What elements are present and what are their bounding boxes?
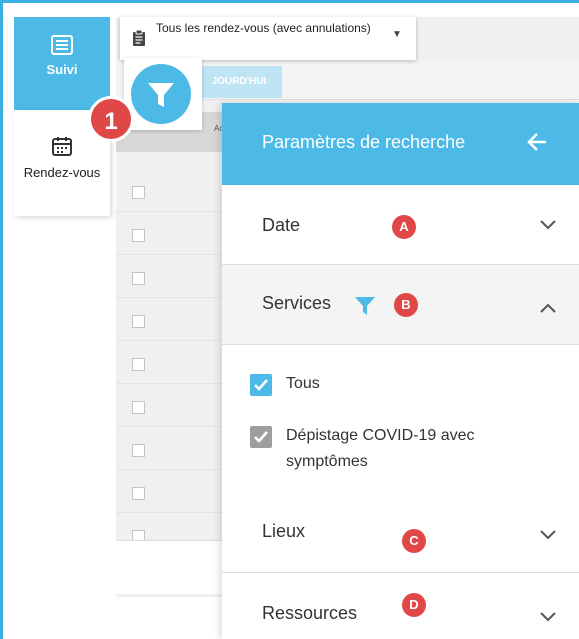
nav-item-label: Suivi	[46, 62, 78, 77]
nav-item-suivi[interactable]: Suivi	[14, 17, 110, 110]
calendar-icon	[52, 136, 72, 161]
row-checkbox[interactable]	[132, 272, 145, 285]
row-divider	[116, 469, 226, 470]
today-button[interactable]: JOURD'HUI	[196, 66, 282, 98]
section-ressources[interactable]: Ressources D	[222, 573, 579, 639]
row-checkbox[interactable]	[132, 487, 145, 500]
row-divider	[116, 254, 226, 255]
row-checkbox[interactable]	[132, 444, 145, 457]
callout-marker-c: C	[402, 529, 426, 553]
section-label: Services	[262, 293, 332, 313]
row-divider	[116, 211, 226, 212]
row-divider	[116, 512, 226, 513]
chevron-down-icon[interactable]	[540, 609, 556, 627]
chevron-up-icon[interactable]	[540, 300, 556, 318]
option-label: Tous	[286, 375, 320, 392]
list-footer	[116, 540, 228, 594]
callout-marker-d: D	[402, 593, 426, 617]
section-label: Lieux	[262, 521, 306, 541]
panel-header: Paramètres de recherche	[222, 103, 579, 185]
option-label: Dépistage COVID-19 avec symptômes	[286, 427, 475, 470]
caret-down-icon: ▼	[392, 29, 402, 40]
section-label: Ressources	[262, 603, 358, 623]
row-divider	[116, 383, 226, 384]
row-divider	[116, 340, 226, 341]
chevron-down-icon[interactable]	[540, 217, 556, 235]
filter-button[interactable]	[131, 64, 191, 124]
row-checkbox[interactable]	[132, 186, 145, 199]
row-checkbox[interactable]	[132, 229, 145, 242]
row-checkbox[interactable]	[132, 401, 145, 414]
callout-marker-1: 1	[88, 96, 134, 142]
select-value: Tous les rendez-vous (avec annulations)	[156, 21, 371, 35]
check-icon	[254, 379, 268, 391]
chevron-down-icon[interactable]	[540, 527, 556, 545]
checkbox-depistage-covid[interactable]	[250, 426, 272, 448]
arrow-left-icon[interactable]	[526, 131, 548, 158]
row-checkbox[interactable]	[132, 315, 145, 328]
row-divider	[116, 426, 226, 427]
section-services[interactable]: Services B	[222, 265, 579, 345]
callout-marker-b: B	[394, 293, 418, 317]
list-icon	[51, 35, 73, 60]
search-parameters-panel: Paramètres de recherche Date A Services …	[222, 103, 579, 639]
callout-marker-a: A	[392, 215, 416, 239]
row-checkbox[interactable]	[132, 358, 145, 371]
funnel-icon	[148, 83, 174, 107]
row-divider	[116, 297, 226, 298]
section-lieux[interactable]: Lieux C	[222, 495, 579, 573]
nav-item-label: Rendez-vous	[23, 165, 101, 180]
panel-title: Paramètres de recherche	[262, 132, 466, 152]
checkbox-tous[interactable]	[250, 374, 272, 396]
section-date[interactable]: Date A	[222, 185, 579, 265]
clipboard-icon	[132, 29, 146, 51]
check-icon	[254, 431, 268, 443]
section-label: Date	[262, 215, 301, 235]
funnel-icon	[354, 295, 376, 322]
appointment-filter-select[interactable]: Tous les rendez-vous (avec annulations) …	[120, 17, 416, 60]
